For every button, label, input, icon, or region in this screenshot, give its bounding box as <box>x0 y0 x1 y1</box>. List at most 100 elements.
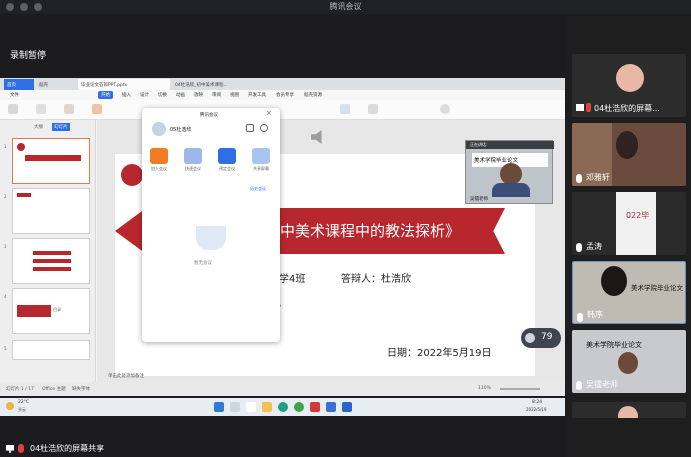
slide-thumb-1[interactable] <box>12 138 90 184</box>
mic-muted-icon <box>18 444 24 453</box>
mini-video-name: 吴镭老师 <box>470 197 488 202</box>
speaker-icon <box>311 130 322 144</box>
format-painter-icon[interactable] <box>36 104 46 114</box>
file-explorer-icon[interactable] <box>262 402 272 412</box>
menu-home[interactable]: 开始 <box>98 91 113 99</box>
chrome-icon[interactable] <box>294 402 304 412</box>
shapes-icon[interactable] <box>368 104 378 114</box>
task-view-icon[interactable] <box>246 402 256 412</box>
menu-review[interactable]: 审阅 <box>212 92 221 98</box>
slide-number-4: 4 <box>4 294 7 299</box>
history-meetings-link[interactable]: 历史会议 <box>250 186 266 192</box>
slide-thumb-3[interactable] <box>12 238 90 284</box>
video-banner-text: 022毕 <box>626 211 650 220</box>
notification-icon[interactable] <box>246 124 254 132</box>
slides-panel: 大纲 幻灯片 1 2 3 4 目录 5 <box>0 120 96 382</box>
participant-tile-4[interactable]: 美术学院毕业论文 韩序 <box>572 261 686 324</box>
status-font[interactable]: 缺失字体 <box>72 386 90 392</box>
menu-file[interactable]: 文件 <box>10 92 19 98</box>
wps-icon[interactable] <box>310 402 320 412</box>
weather-desc: 多云 <box>18 407 26 412</box>
panel-tab-slides[interactable]: 幻灯片 <box>52 123 70 131</box>
close-icon[interactable]: × <box>266 109 272 117</box>
screen-share-icon <box>6 445 14 453</box>
thumb-header-bar <box>17 193 31 197</box>
participant-name: 孟涛 <box>586 242 602 251</box>
slide-number-5: 5 <box>4 346 7 351</box>
tab-ppt[interactable]: 毕业论文答辩PPT.pptx <box>78 79 170 90</box>
mini-video-label: 正在讲话: <box>470 142 488 147</box>
menu-docer-res[interactable]: 稻壳资源 <box>304 92 322 98</box>
word-icon[interactable] <box>342 402 352 412</box>
active-speaker-video[interactable]: 正在讲话: 美术学院毕业论文 吴镭老师 <box>465 140 554 204</box>
menu-animation[interactable]: 动画 <box>176 92 185 98</box>
taskbar: 22°C 多云 8:24 2022/5/19 <box>0 398 565 416</box>
quick-meeting-button[interactable] <box>184 148 202 164</box>
tab-home[interactable]: 首页 <box>4 79 34 90</box>
meeting-app-icon[interactable] <box>326 402 336 412</box>
thumb-section-label: 目录 <box>53 307 61 312</box>
weather-temp: 22°C <box>18 400 30 405</box>
recording-status[interactable]: 录制暂停 <box>10 48 46 61</box>
menu-transition[interactable]: 切换 <box>158 92 167 98</box>
slide-thumb-5[interactable] <box>12 340 90 360</box>
shared-screen: 首页 稻壳 毕业论文答辩PPT.pptx 04杜浩欣_初中美术课程... 文件 … <box>0 78 565 396</box>
edge-icon[interactable] <box>278 402 288 412</box>
search-icon[interactable] <box>230 402 240 412</box>
mic-icon <box>525 333 535 343</box>
zoom-level[interactable]: 110% <box>478 386 491 391</box>
window-title: 腾讯会议 <box>329 2 362 11</box>
participant-head <box>618 352 638 374</box>
participant-tile-5[interactable]: 美术学院毕业论文 吴镭老师 <box>572 330 686 393</box>
start-icon[interactable] <box>214 402 224 412</box>
avatar[interactable] <box>152 122 166 136</box>
textbox-icon[interactable] <box>340 104 350 114</box>
share-screen-label: 共享屏幕 <box>253 166 269 171</box>
participant-tile-3[interactable]: 022毕 孟涛 <box>572 192 686 255</box>
participant-tile-share[interactable]: 04杜浩欣的屏幕... <box>572 54 686 117</box>
new-slide-icon[interactable] <box>92 104 102 114</box>
video-banner-text: 美术学院毕业论文 <box>586 341 642 349</box>
slide-number-1: 1 <box>4 144 7 149</box>
play-slideshow-icon[interactable] <box>64 104 74 114</box>
tab-doc[interactable]: 04杜浩欣_初中美术课程... <box>172 79 258 90</box>
menu-view[interactable]: 视图 <box>230 92 239 98</box>
slide-thumb-4[interactable]: 目录 <box>12 288 90 334</box>
menu-design[interactable]: 设计 <box>140 92 149 98</box>
ribbon-toolbar <box>0 100 565 120</box>
participant-name: 邓雅轩 <box>586 173 610 182</box>
avatar <box>618 406 638 418</box>
paste-icon[interactable] <box>8 104 18 114</box>
screen-share-icon <box>576 104 584 111</box>
find-icon[interactable] <box>440 104 450 114</box>
tab-docer[interactable]: 稻壳 <box>36 79 76 90</box>
menu-devtools[interactable]: 开发工具 <box>248 92 266 98</box>
status-bar: 幻灯片 1 / 17 Office 主题 缺失字体 单击此处添加备注 110% <box>0 374 565 396</box>
schedule-meeting-button[interactable] <box>218 148 236 164</box>
mic-icon <box>576 174 582 183</box>
join-meeting-button[interactable] <box>150 148 168 164</box>
slide-thumb-2[interactable] <box>12 188 90 234</box>
join-meeting-label: 加入会议 <box>151 166 167 171</box>
participant-name: 04杜浩欣的屏幕... <box>594 104 660 113</box>
empty-meetings-text: 暂无会议 <box>194 261 212 266</box>
menu-insert[interactable]: 插入 <box>122 92 131 98</box>
menu-slideshow[interactable]: 放映 <box>194 92 203 98</box>
notes-placeholder[interactable]: 单击此处添加备注 <box>108 373 144 379</box>
mic-muted-icon <box>586 103 591 112</box>
quick-meeting-label: 快速会议 <box>185 166 201 171</box>
panel-tab-outline[interactable]: 大纲 <box>34 124 43 130</box>
taskbar-date: 2022/5/19 <box>526 407 547 412</box>
participant-name: 吴镭老师 <box>586 380 618 389</box>
participant-tile-6[interactable] <box>572 402 686 418</box>
speaking-badge[interactable]: 79 <box>521 328 561 348</box>
participant-head <box>616 131 638 159</box>
participant-tile-2[interactable]: 邓雅轩 <box>572 123 686 186</box>
meeting-popup: 腾讯会议 × 05杜浩欣 加入会议 快速会议 预定会议 共享屏幕 历史会议 暂无… <box>142 108 280 342</box>
settings-icon[interactable] <box>260 124 268 132</box>
speaker-body <box>492 183 530 197</box>
zoom-slider[interactable] <box>500 388 540 390</box>
menu-member[interactable]: 会员专享 <box>276 92 294 98</box>
share-screen-button[interactable] <box>252 148 270 164</box>
speaker-head <box>500 163 522 185</box>
